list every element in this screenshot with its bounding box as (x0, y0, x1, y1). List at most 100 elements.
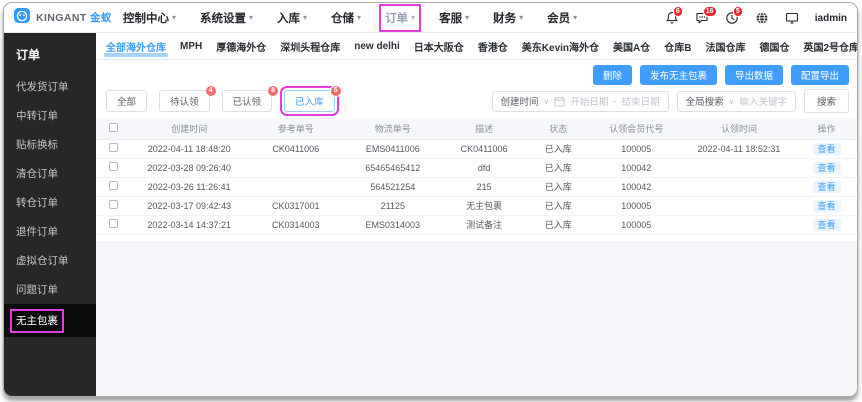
tab-germany[interactable]: 德国仓 (753, 33, 797, 59)
date-range-control[interactable]: 创建时间 ∨ 开始日期 - 结束日期 (491, 90, 669, 112)
sidebar-item-transit-orders[interactable]: 中转订单 (4, 101, 96, 130)
cell-tracking: EMS0314003 (343, 215, 443, 235)
cell-ref (248, 158, 344, 178)
cell-tracking: 21125 (343, 196, 443, 216)
row-checkbox[interactable] (108, 219, 118, 228)
column-tracking-no: 物流单号 (343, 118, 443, 140)
nav-menu-label: 系统设置 (200, 12, 247, 25)
row-checkbox[interactable] (108, 200, 118, 209)
nav-menu-label: 客服 (439, 12, 463, 25)
sidebar-item-problem-orders[interactable]: 问题订单 (4, 275, 96, 304)
brand-logo[interactable]: KINGANT 金蚁 (13, 6, 113, 29)
view-link[interactable]: 查看 (812, 200, 841, 212)
sidebar-item-label: 无主包裹 (10, 309, 64, 333)
action-toolbar: 删除 发布无主包裹 导出数据 配置导出 (96, 60, 857, 87)
chat-icon[interactable]: 16 (695, 5, 717, 25)
keyword-input[interactable]: 输入关键字 (739, 94, 787, 108)
sidebar-item-label: 中转订单 (16, 110, 58, 122)
stored-count-badge: 5 (329, 85, 342, 97)
nav-menu-label: 订单 (385, 12, 409, 25)
clock-icon[interactable]: 5 (725, 5, 743, 25)
nav-menu-customer-service[interactable]: 客服 ▾ (439, 10, 469, 26)
filter-claimed-button[interactable]: 已认领 8 (221, 85, 280, 112)
tab-hongkong[interactable]: 香港仓 (471, 33, 515, 59)
sidebar-item-dropship-orders[interactable]: 代发货订单 (4, 72, 96, 101)
pending-count-badge: 4 (204, 85, 217, 97)
tab-warehouse-b[interactable]: 仓库B (657, 33, 698, 59)
tab-us-a[interactable]: 美国A仓 (606, 33, 657, 59)
filter-all-button[interactable]: 全部 (106, 90, 148, 112)
tab-us-east-kevin[interactable]: 美东Kevin海外仓 (515, 33, 606, 59)
tab-new-delhi[interactable]: new delhi (347, 33, 407, 59)
tab-mph[interactable]: MPH (173, 33, 209, 59)
row-checkbox[interactable] (108, 181, 118, 190)
column-description: 描述 (442, 118, 526, 140)
cell-desc: dfd (442, 158, 526, 178)
sidebar-item-clearance-orders[interactable]: 清仓订单 (4, 159, 96, 188)
sidebar-item-unclaimed-packages[interactable]: 无主包裹 (4, 304, 96, 337)
username-label[interactable]: iadmin (815, 13, 847, 24)
cell-claimed (681, 177, 797, 197)
nav-menu-label: 控制中心 (123, 12, 169, 25)
select-all-checkbox[interactable] (108, 122, 118, 132)
view-link[interactable]: 查看 (812, 219, 841, 231)
view-link[interactable]: 查看 (812, 181, 841, 193)
sidebar-item-relabel[interactable]: 贴标换标 (4, 130, 96, 159)
export-data-button[interactable]: 导出数据 (724, 65, 783, 85)
nav-menu-warehouse[interactable]: 仓储 ▾ (331, 10, 361, 26)
sidebar-item-virtual-warehouse-orders[interactable]: 虚拟仓订单 (4, 246, 96, 275)
export-config-button[interactable]: 配置导出 (790, 65, 849, 85)
nav-menu-orders[interactable]: 订单 ▾ (379, 3, 422, 32)
globe-icon[interactable] (755, 11, 769, 25)
tab-uk-2[interactable]: 英国2号仓库 (797, 33, 858, 59)
nav-menu-inbound[interactable]: 入库 ▾ (277, 10, 307, 26)
nav-menu-control-center[interactable]: 控制中心 ▾ (123, 10, 176, 26)
column-member-code: 认领会员代号 (590, 118, 682, 140)
cell-ref: CK0314003 (248, 215, 344, 235)
delete-button[interactable]: 删除 (592, 65, 632, 85)
table-row: 2022-03-26 11:26:41 564521254 215 已入库 10… (96, 177, 857, 197)
row-checkbox[interactable] (108, 143, 118, 152)
sidebar-title: 订单 (16, 48, 41, 62)
table-row: 2022-03-17 09:42:43 CK0317001 21125 无主包裹… (96, 196, 857, 216)
cell-desc: 无主包裹 (442, 196, 526, 216)
tab-france[interactable]: 法国仓库 (699, 33, 753, 59)
date-field-select[interactable]: 创建时间 (501, 94, 539, 108)
global-search-control[interactable]: 全局搜索 ∨ 输入关键字 (676, 90, 796, 112)
nav-menu-system-settings[interactable]: 系统设置 ▾ (200, 10, 253, 26)
tab-japan-osaka[interactable]: 日本大阪仓 (407, 33, 471, 59)
end-date-input[interactable]: 结束日期 (622, 94, 660, 108)
sidebar: 订单 代发货订单 中转订单 贴标换标 清仓订单 转仓订单 退件订单 虚拟仓订单 … (4, 33, 96, 396)
cell-desc: 测试备注 (442, 215, 526, 235)
sidebar-item-label: 退件订单 (16, 226, 58, 238)
chevron-down-icon: ▾ (249, 13, 254, 22)
cell-claimed: 2022-04-11 18:52:31 (681, 139, 797, 159)
filter-pending-claim-button[interactable]: 待认领 4 (159, 85, 217, 112)
sidebar-item-label: 代发货订单 (16, 81, 69, 93)
tab-all-overseas-warehouses[interactable]: 全部海外仓库 (99, 33, 173, 59)
search-field-select[interactable]: 全局搜索 (686, 94, 724, 108)
cell-status: 已入库 (525, 177, 591, 197)
bell-icon[interactable]: 6 (665, 5, 683, 25)
view-link[interactable]: 查看 (812, 143, 841, 155)
tab-houde-overseas[interactable]: 厚德海外仓 (209, 33, 273, 59)
publish-unclaimed-button[interactable]: 发布无主包裹 (639, 65, 717, 85)
cell-member: 100005 (590, 196, 682, 216)
monitor-icon[interactable] (785, 11, 799, 25)
cell-member: 100005 (590, 215, 682, 235)
column-claim-time: 认领时间 (681, 118, 797, 140)
view-link[interactable]: 查看 (812, 162, 841, 174)
row-checkbox[interactable] (108, 162, 118, 171)
chevron-down-icon: ▾ (303, 13, 308, 22)
nav-menu-finance[interactable]: 财务 ▾ (493, 10, 523, 26)
brand-name: KINGANT 金蚁 (36, 12, 112, 24)
tab-shenzhen-first-leg[interactable]: 深圳头程仓库 (273, 33, 347, 59)
start-date-input[interactable]: 开始日期 (570, 94, 608, 108)
sidebar-item-return-orders[interactable]: 退件订单 (4, 217, 96, 246)
nav-menu-members[interactable]: 会员 ▾ (547, 10, 577, 26)
filter-label: 已认领 (232, 97, 262, 108)
search-button[interactable]: 搜索 (803, 89, 849, 113)
sidebar-item-label: 清仓订单 (16, 168, 58, 180)
sidebar-item-transfer-orders[interactable]: 转仓订单 (4, 188, 96, 217)
filter-stored-button[interactable]: 已入库 5 (280, 85, 342, 116)
